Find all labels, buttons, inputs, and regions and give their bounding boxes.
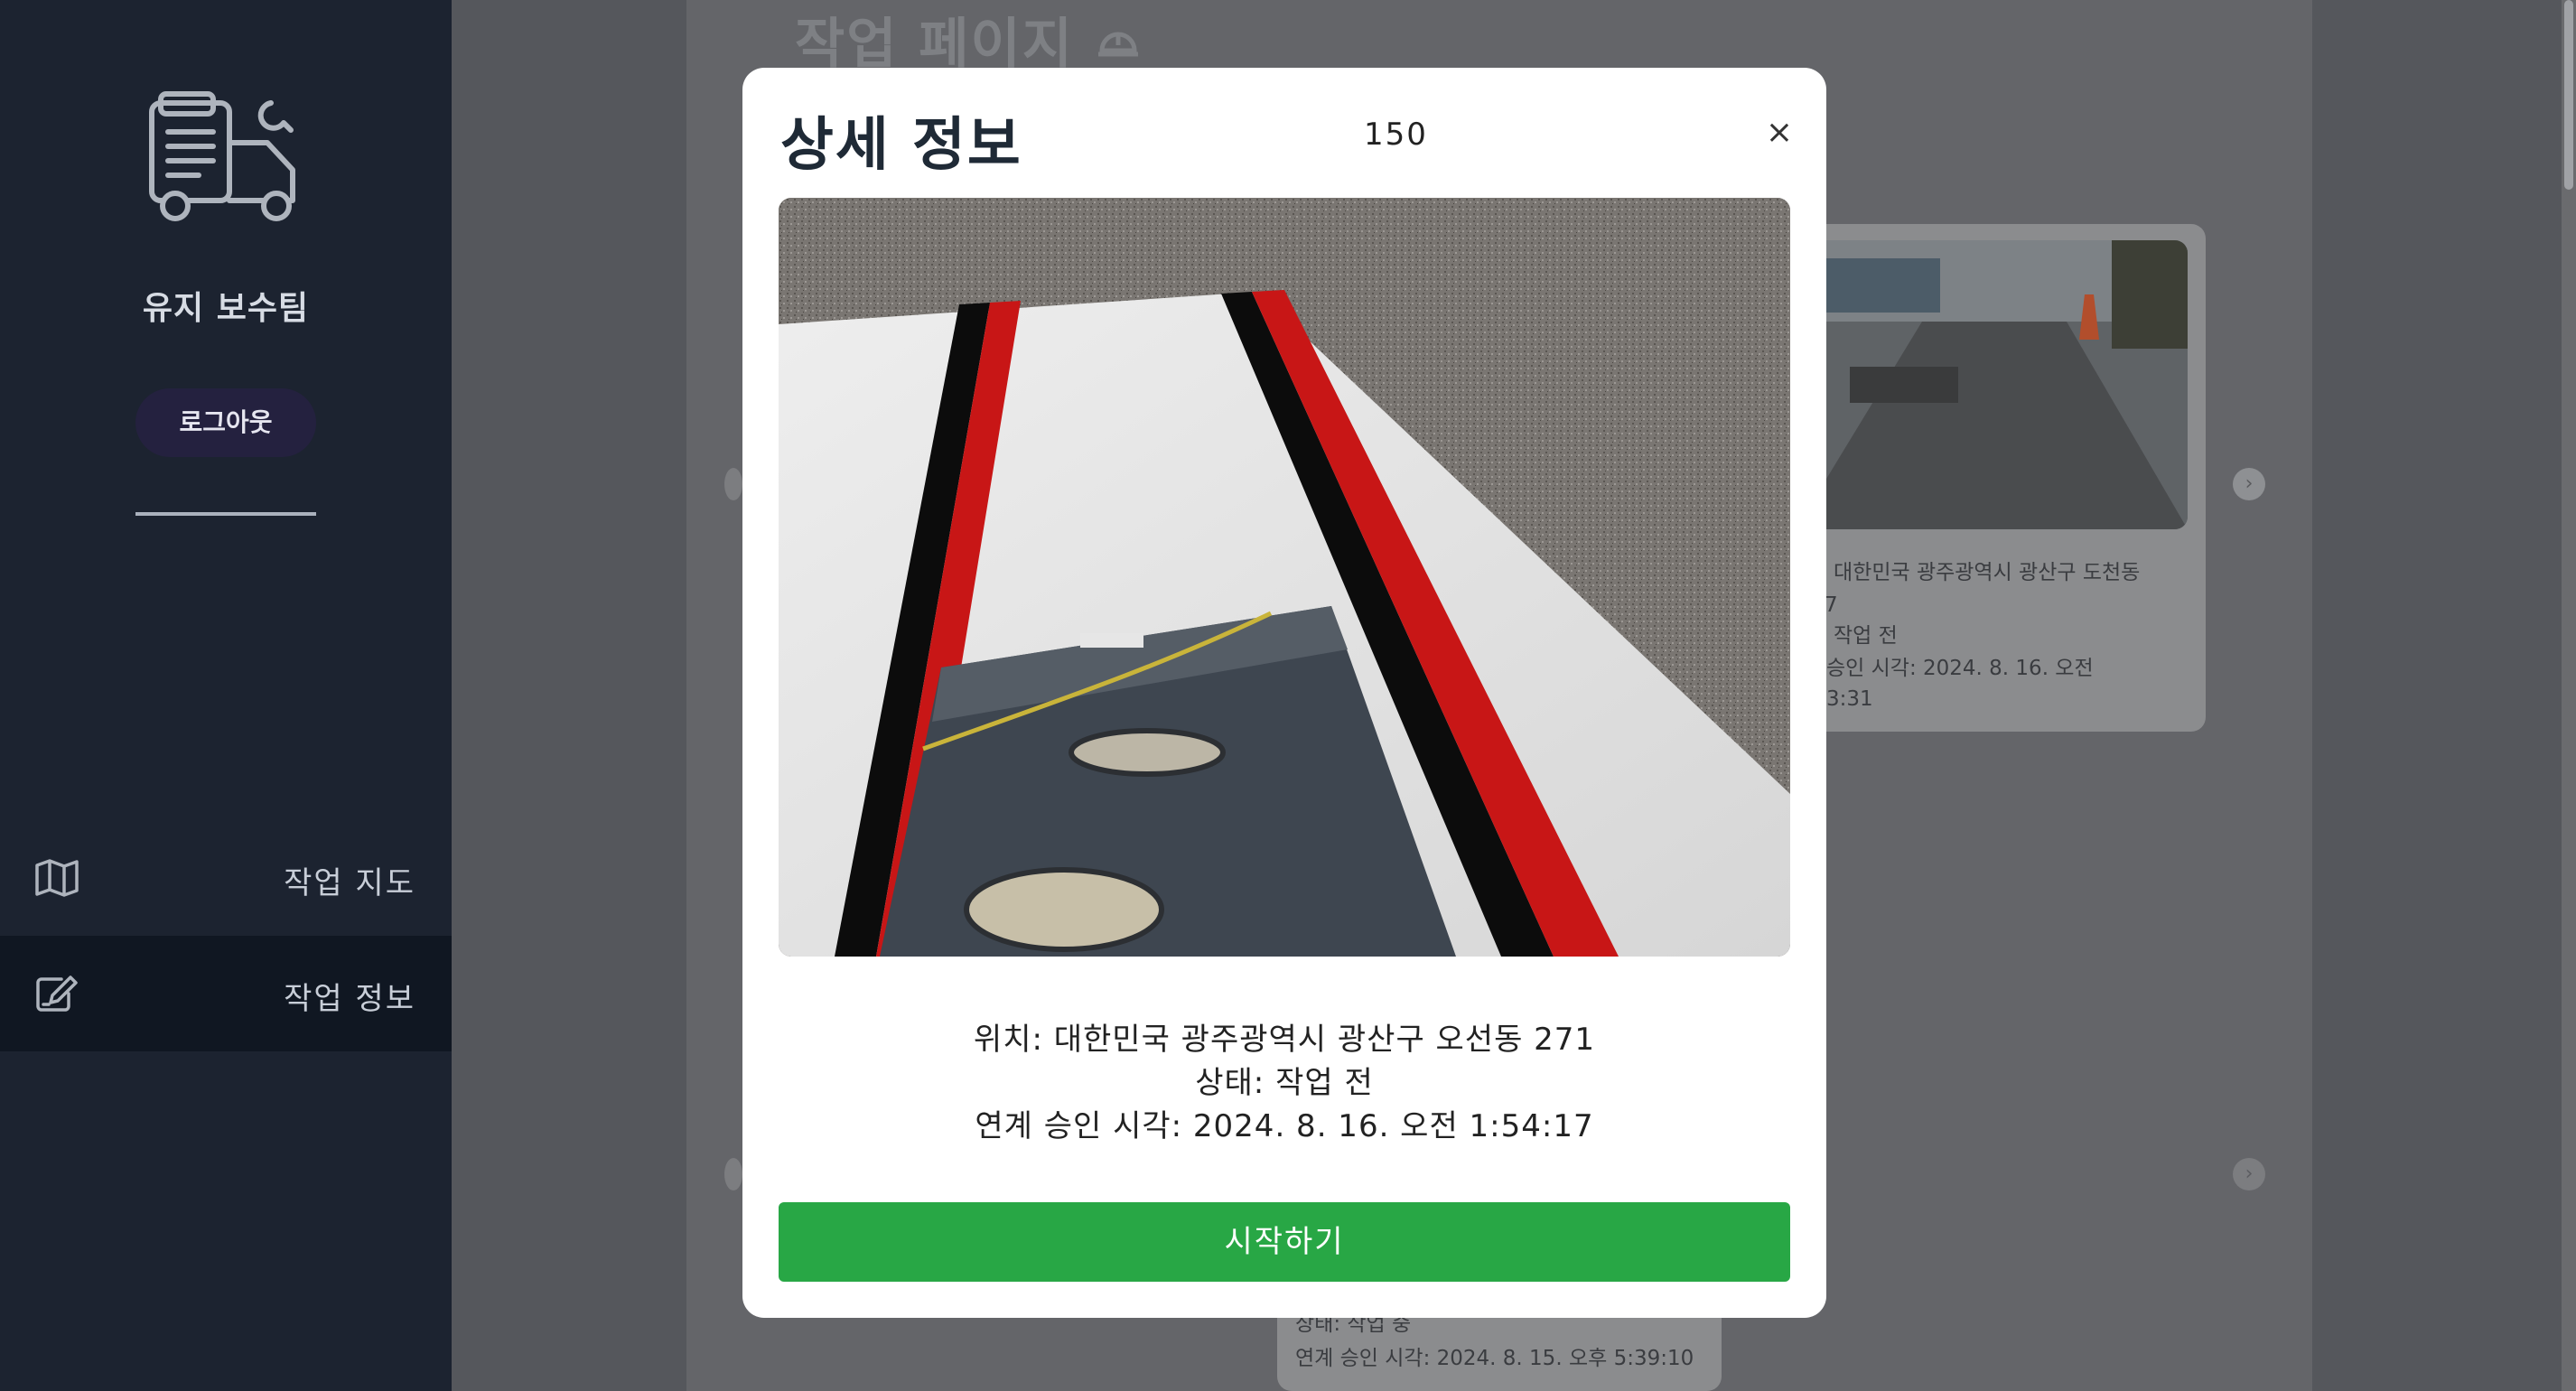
carousel-next-icon[interactable]: ›: [2233, 468, 2265, 500]
detail-modal: 상세 정보 150 × 위치: 대한민국 광주광역시 광산구 오선동 271 상…: [742, 68, 1826, 1318]
nav-label-work-map: 작업 지도: [284, 865, 415, 901]
scrollbar-thumb[interactable]: [2564, 0, 2573, 190]
work-card-time: 3:31: [1826, 687, 1873, 711]
work-card-location: 대한민국 광주광역시 광산구 도천동: [1834, 561, 2141, 584]
work-card-approval: 승인 시각: 2024. 8. 16. 오전: [1826, 657, 2094, 680]
carousel-prev-icon[interactable]: [724, 468, 742, 500]
modal-status: 상태: 작업 전: [1195, 1065, 1374, 1101]
edit-icon: [34, 974, 79, 1013]
sidebar: 유지 보수팀 로그아웃 작업 지도 작업 정보: [0, 0, 452, 1391]
work-card-2-approval: 연계 승인 시각: 2024. 8. 15. 오후 5:39:10: [1295, 1347, 1694, 1370]
logout-button[interactable]: 로그아웃: [135, 388, 316, 457]
modal-approval-time: 연계 승인 시각: 2024. 8. 16. 오전 1:54:17: [975, 1108, 1594, 1144]
start-work-button[interactable]: 시작하기: [779, 1202, 1790, 1282]
close-icon[interactable]: ×: [1758, 111, 1801, 154]
nav-label-work-info: 작업 정보: [284, 981, 415, 1017]
map-icon: [34, 858, 79, 898]
carousel-prev-icon-2[interactable]: [724, 1158, 742, 1190]
work-card-status: 작업 전: [1834, 624, 1898, 648]
maintenance-truck-logo-icon: [145, 90, 307, 226]
work-card-line2: 7: [1825, 593, 1838, 617]
sidebar-divider: [135, 512, 316, 516]
nav-item-work-info[interactable]: 작업 정보: [0, 936, 452, 1051]
team-name: 유지 보수팀: [142, 290, 310, 327]
modal-title: 상세 정보: [780, 112, 1022, 179]
pothole-photo: [779, 198, 1790, 957]
nav-item-work-map[interactable]: 작업 지도: [0, 820, 452, 936]
modal-location: 위치: 대한민국 광주광역시 광산구 오선동 271: [973, 1022, 1596, 1058]
carousel-next-icon-2[interactable]: ›: [2233, 1158, 2265, 1190]
modal-item-id: 150: [1364, 117, 1428, 153]
work-card-photo: [1796, 240, 2188, 529]
page-title-text: 작업 페이지: [795, 13, 1074, 76]
page-scrollbar[interactable]: [2562, 0, 2576, 1391]
